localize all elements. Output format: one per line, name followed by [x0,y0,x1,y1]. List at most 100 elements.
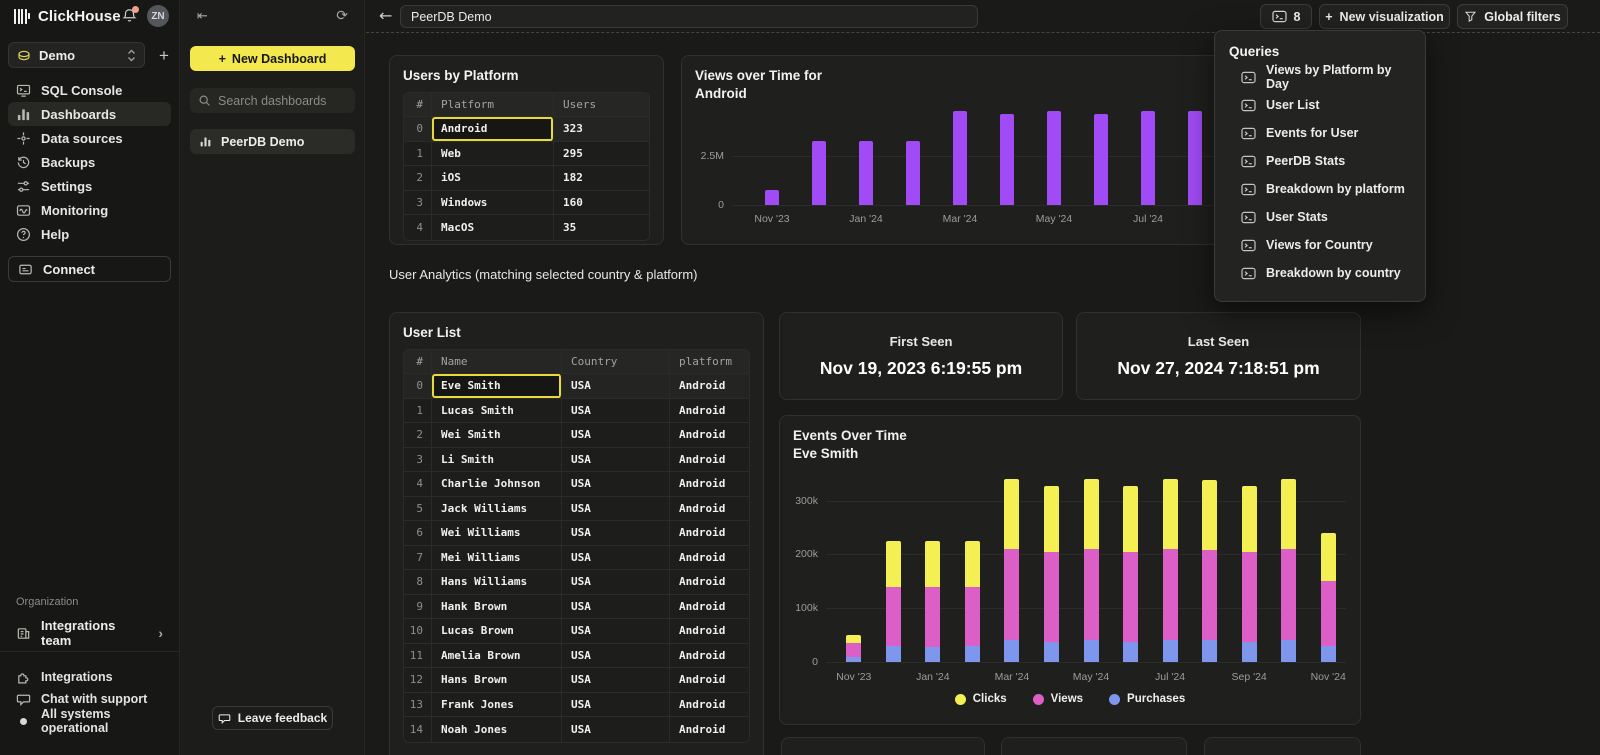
table-row[interactable]: 4MacOS35 [404,215,649,240]
table-cell[interactable]: Android [670,497,749,521]
table-row[interactable]: 11Amelia BrownUSAAndroid [404,644,749,669]
table-cell[interactable]: 12 [404,668,432,692]
table-cell[interactable]: MacOS [432,215,554,240]
table-cell[interactable]: Charlie Johnson [432,472,562,496]
table-cell[interactable]: USA [562,644,670,668]
table-cell[interactable]: USA [562,374,670,398]
table-cell[interactable]: 9 [404,595,432,619]
query-item-events-for-user[interactable]: Events for User [1229,119,1411,147]
table-cell[interactable]: Eve Smith [432,374,562,398]
table-cell[interactable]: Android [432,117,554,141]
table-row[interactable]: 0Eve SmithUSAAndroid [404,374,749,399]
table-row[interactable]: 9Hank BrownUSAAndroid [404,595,749,620]
table-cell[interactable]: 0 [404,117,432,141]
new-dashboard-button[interactable]: + New Dashboard [190,46,355,71]
sidebar-item-integrations-team[interactable]: Integrations team › [16,618,171,648]
table-cell[interactable]: Android [670,717,749,742]
table-cell[interactable]: Lucas Smith [432,399,562,423]
table-cell[interactable]: Mei Williams [432,546,562,570]
table-row[interactable]: 3Windows160 [404,191,649,216]
table-row[interactable]: 2iOS182 [404,166,649,191]
table-cell[interactable]: Android [670,374,749,398]
table-cell[interactable]: Android [670,693,749,717]
refresh-icon[interactable]: ⟳ [336,8,348,24]
sidebar-item-data-sources[interactable]: Data sources [8,126,171,150]
table-cell[interactable]: Noah Jones [432,717,562,742]
sidebar-item-all-systems-operational[interactable]: All systems operational [16,710,171,732]
table-row[interactable]: 5Jack WilliamsUSAAndroid [404,497,749,522]
table-row[interactable]: 1Lucas SmithUSAAndroid [404,399,749,424]
table-cell[interactable]: USA [562,521,670,545]
table-cell[interactable]: Wei Williams [432,521,562,545]
table-cell[interactable]: USA [562,619,670,643]
table-row[interactable]: 1Web295 [404,142,649,167]
back-arrow-icon[interactable]: ← [379,6,392,25]
table-cell[interactable]: 11 [404,644,432,668]
table-row[interactable]: 4Charlie JohnsonUSAAndroid [404,472,749,497]
table-row[interactable]: 13Frank JonesUSAAndroid [404,693,749,718]
table-cell[interactable]: USA [562,693,670,717]
query-item-breakdown-by-platform[interactable]: Breakdown by platform [1229,175,1411,203]
leave-feedback-button[interactable]: Leave feedback [212,706,333,730]
table-cell[interactable]: iOS [432,166,554,190]
sidebar-item-monitoring[interactable]: Monitoring [8,198,171,222]
table-cell[interactable]: Hans Brown [432,668,562,692]
table-cell[interactable]: Android [670,423,749,447]
table-cell[interactable]: USA [562,570,670,594]
table-row[interactable]: 0Android323 [404,117,649,142]
table-cell[interactable]: USA [562,595,670,619]
table-cell[interactable]: Android [670,399,749,423]
query-item-views-by-platform-by-day[interactable]: Views by Platform by Day [1229,63,1411,91]
table-cell[interactable]: USA [562,497,670,521]
table-cell[interactable]: Li Smith [432,448,562,472]
table-row[interactable]: 6Wei WilliamsUSAAndroid [404,521,749,546]
table-cell[interactable]: 323 [554,117,649,141]
table-cell[interactable]: 3 [404,191,432,215]
table-cell[interactable]: Frank Jones [432,693,562,717]
table-row[interactable]: 12Hans BrownUSAAndroid [404,668,749,693]
table-cell[interactable]: USA [562,472,670,496]
table-cell[interactable]: Android [670,668,749,692]
table-cell[interactable]: 10 [404,619,432,643]
table-cell[interactable]: Lucas Brown [432,619,562,643]
legend-item-purchases[interactable]: Purchases [1109,693,1185,705]
legend-item-clicks[interactable]: Clicks [955,693,1007,705]
table-cell[interactable]: 0 [404,374,432,398]
table-cell[interactable]: 160 [554,191,649,215]
dashboard-list-item[interactable]: PeerDB Demo [190,129,355,154]
dashboard-title-input[interactable] [400,5,978,28]
table-cell[interactable]: Android [670,448,749,472]
table-cell[interactable]: Android [670,472,749,496]
table-cell[interactable]: Jack Williams [432,497,562,521]
table-cell[interactable]: Android [670,595,749,619]
sidebar-item-dashboards[interactable]: Dashboards [8,102,171,126]
table-cell[interactable]: 2 [404,423,432,447]
table-cell[interactable]: USA [562,423,670,447]
search-dashboards-input[interactable] [218,94,347,108]
table-cell[interactable]: 2 [404,166,432,190]
sidebar-item-help[interactable]: Help [8,222,171,246]
table-cell[interactable]: Amelia Brown [432,644,562,668]
table-cell[interactable]: 4 [404,215,432,240]
add-service-button[interactable]: + [153,45,175,66]
table-cell[interactable]: Hans Williams [432,570,562,594]
table-cell[interactable]: USA [562,546,670,570]
table-cell[interactable]: 182 [554,166,649,190]
legend-item-views[interactable]: Views [1033,693,1083,705]
table-cell[interactable]: Wei Smith [432,423,562,447]
table-cell[interactable]: Android [670,644,749,668]
table-row[interactable]: 14Noah JonesUSAAndroid [404,717,749,742]
table-cell[interactable]: 3 [404,448,432,472]
table-cell[interactable]: Android [670,570,749,594]
table-cell[interactable]: 35 [554,215,649,240]
table-cell[interactable]: Hank Brown [432,595,562,619]
clickhouse-brand[interactable]: ClickHouse [14,8,121,25]
table-cell[interactable]: USA [562,717,670,742]
table-cell[interactable]: 8 [404,570,432,594]
org-select[interactable]: Demo [8,42,145,68]
connect-button[interactable]: Connect [8,256,171,282]
table-cell[interactable]: 1 [404,399,432,423]
table-cell[interactable]: Android [670,546,749,570]
table-cell[interactable]: 295 [554,142,649,166]
notifications-bell-icon[interactable] [121,7,139,25]
